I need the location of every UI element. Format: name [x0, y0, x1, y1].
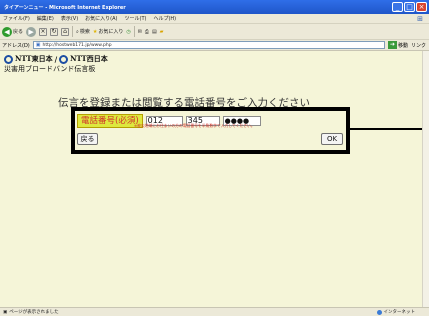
search-label: 検索 [79, 29, 90, 35]
address-url: http://hostweb171.jp/www.php [42, 42, 112, 48]
stop-icon: × [39, 27, 48, 36]
search-button[interactable]: ⌕ 検索 [76, 28, 90, 36]
go-label: 移動 [397, 42, 408, 49]
callout-line [350, 128, 422, 130]
menu-tools[interactable]: ツール(T) [125, 15, 147, 22]
folder-button[interactable]: ▰ [160, 29, 164, 35]
favorites-button[interactable]: ★ お気に入り [92, 28, 124, 36]
ntt-west-logo-icon [59, 54, 69, 64]
security-zone: インターネット [376, 309, 416, 315]
star-icon: ★ [92, 28, 98, 35]
service-name: 災害用ブロードバンド伝言板 [4, 65, 96, 73]
status-text: ページが表示されました [9, 310, 59, 315]
edit-button[interactable]: ▤ [152, 29, 157, 35]
page-content: NTT東日本 / NTT西日本 災害用ブロードバンド伝言板 伝言を登録または閲覧… [0, 51, 422, 307]
windows-logo-icon: ⊞ [417, 14, 423, 23]
refresh-button[interactable]: ↻ [50, 27, 59, 36]
go-arrow-icon: ➜ [387, 41, 397, 49]
print-button[interactable]: ⎙ [145, 29, 149, 35]
mail-icon: ✉ [137, 28, 142, 35]
window-title: タイアーンニュー - Microsoft Internet Explorer [4, 4, 126, 11]
status-page-icon: ▣ [3, 309, 8, 315]
phone-entry-panel: 電話番号(必須) 012 345 ●●●● ※被災地域にお住まいの方の電話番号を… [71, 107, 350, 154]
menu-favorites[interactable]: お気に入り(A) [85, 15, 117, 22]
links-label[interactable]: リンク [411, 42, 426, 49]
go-button[interactable]: ➜ 移動 [387, 41, 408, 49]
address-label: アドレス(D) [2, 42, 30, 49]
menu-view[interactable]: 表示(V) [61, 15, 78, 22]
address-bar: アドレス(D) ▣ http://hostweb171.jp/www.php ➜… [0, 40, 429, 51]
toolbar: ◀ 戻る ▶ × ↻ ⌂ ⌕ 検索 ★ お気に入り ◷ ✉ ⎙ ▤ ▰ [0, 24, 429, 40]
edit-icon: ▤ [151, 28, 157, 35]
search-icon: ⌕ [76, 28, 79, 35]
phone-hint: ※被災地域にお住まいの方の電話番号を半角数字で入力してください。 [134, 123, 255, 128]
print-icon: ⎙ [144, 28, 149, 35]
history-icon: ◷ [126, 28, 131, 35]
minimize-button[interactable]: _ [392, 2, 403, 12]
menu-edit[interactable]: 編集(E) [37, 15, 54, 22]
toolbar-divider [72, 26, 74, 37]
address-input[interactable]: ▣ http://hostweb171.jp/www.php [32, 41, 385, 49]
zone-text: インターネット [383, 310, 416, 315]
favorites-label: お気に入り [98, 29, 124, 35]
title-bar: タイアーンニュー - Microsoft Internet Explorer _… [0, 0, 429, 14]
page-icon: ▣ [35, 42, 41, 48]
ntt-east-logo-icon [4, 54, 13, 64]
close-button[interactable]: × [416, 2, 427, 12]
menu-help[interactable]: ヘルプ(H) [153, 15, 176, 22]
brand-separator: / [54, 54, 58, 64]
globe-icon [376, 309, 382, 315]
maximize-button[interactable]: □ [404, 2, 415, 12]
brand-east: NTT東日本 [15, 54, 53, 63]
forward-arrow-icon: ▶ [26, 26, 37, 37]
brand-west: NTT西日本 [70, 54, 108, 63]
history-button[interactable]: ◷ [126, 29, 130, 35]
back-label: 戻る [13, 29, 24, 35]
stop-button[interactable]: × [39, 27, 48, 36]
menu-file[interactable]: ファイル(F) [3, 15, 30, 22]
folder-icon: ▰ [159, 28, 164, 35]
toolbar-divider [133, 26, 135, 37]
menu-bar: ファイル(F) 編集(E) 表示(V) お気に入り(A) ツール(T) ヘルプ(… [0, 14, 429, 24]
status-bar: ▣ ページが表示されました インターネット [0, 307, 429, 316]
back-page-button[interactable]: 戻る [77, 133, 98, 145]
home-icon: ⌂ [61, 27, 70, 36]
ok-button[interactable]: OK [321, 133, 343, 145]
refresh-icon: ↻ [50, 27, 59, 36]
forward-button[interactable]: ▶ [26, 26, 37, 37]
vertical-scrollbar[interactable] [422, 51, 429, 307]
back-button[interactable]: ◀ 戻る [2, 26, 24, 37]
ntt-brand: NTT東日本 / NTT西日本 [4, 54, 108, 64]
home-button[interactable]: ⌂ [61, 27, 70, 36]
phone-label: 電話番号(必須) [77, 114, 143, 128]
mail-button[interactable]: ✉ [138, 29, 142, 35]
back-arrow-icon: ◀ [2, 26, 12, 37]
